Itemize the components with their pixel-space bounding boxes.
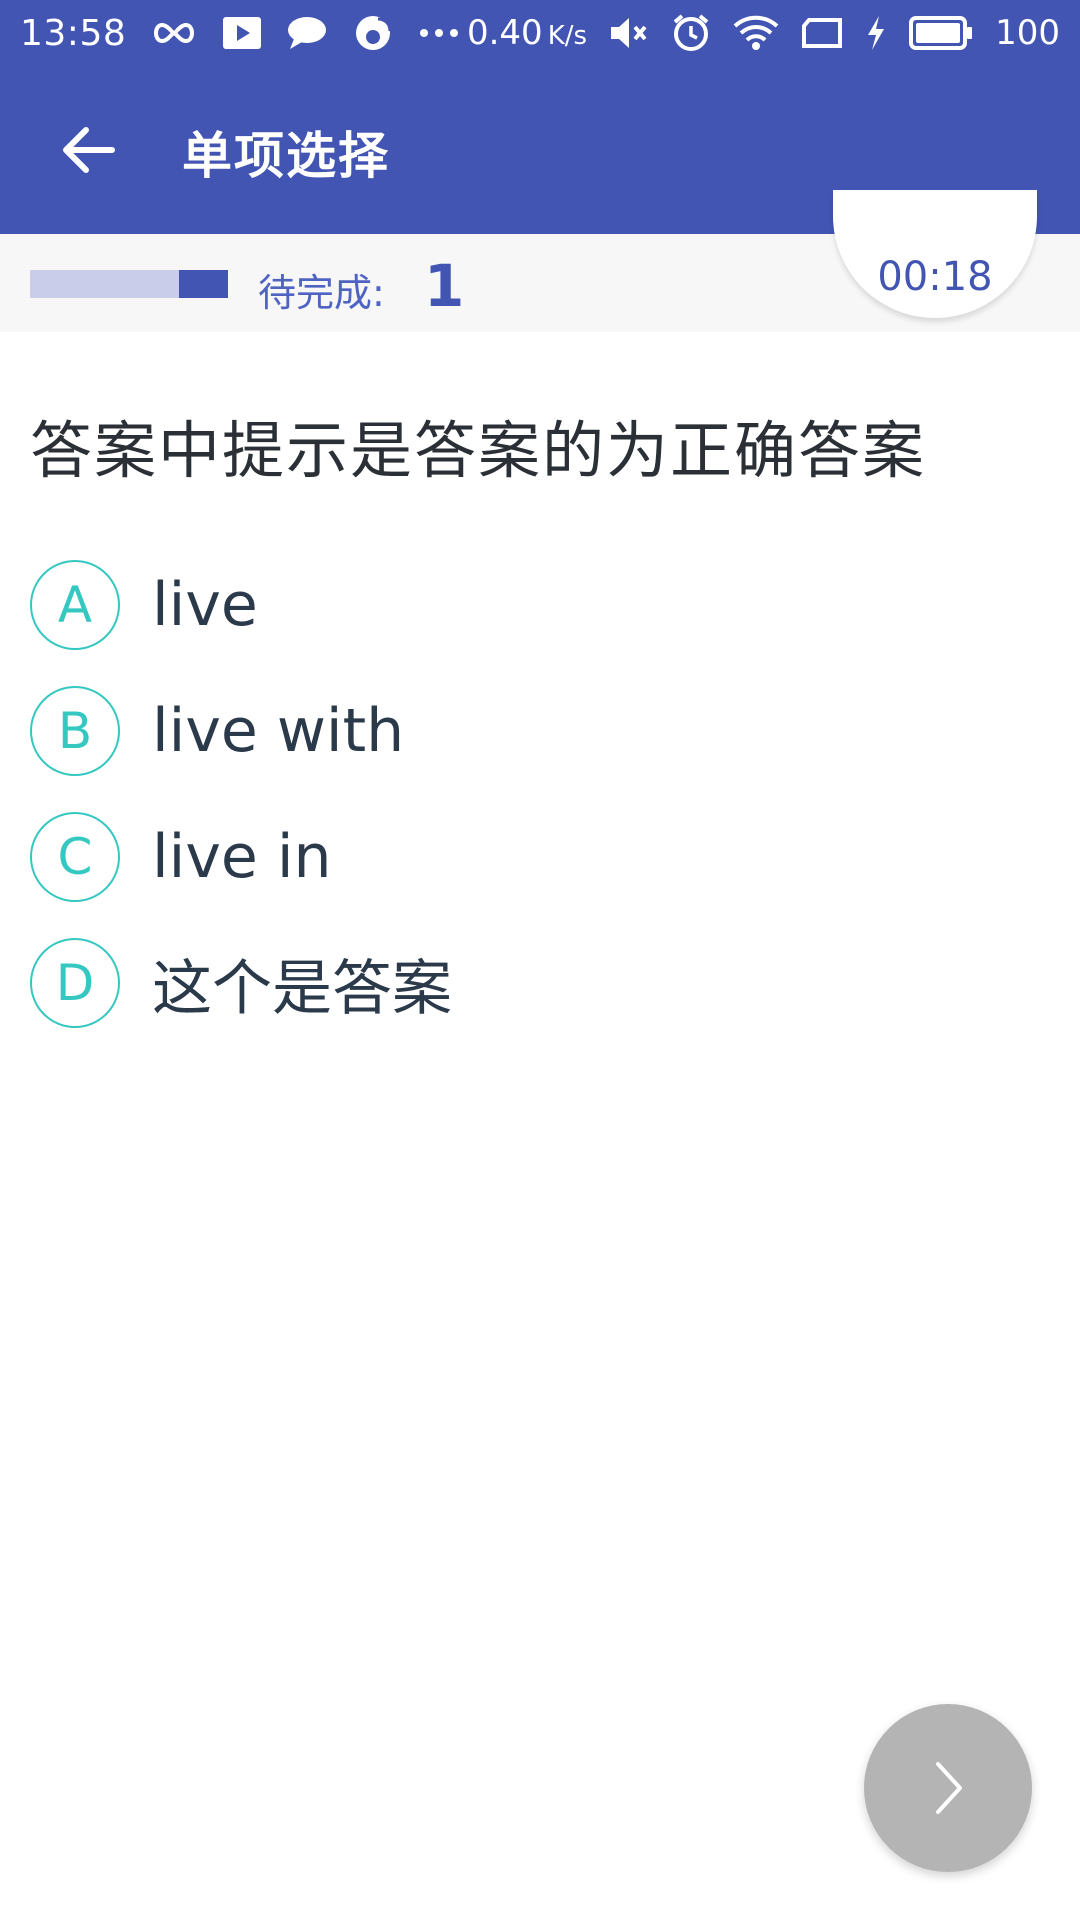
page-title: 单项选择 xyxy=(182,127,390,185)
screen-icon xyxy=(801,17,843,49)
option-d[interactable]: D 这个是答案 xyxy=(30,920,452,1046)
net-speed: 0.40 K/s xyxy=(467,13,587,53)
infinity-icon xyxy=(150,18,198,48)
option-text: 这个是答案 xyxy=(152,953,452,1024)
options-list: A live B live with C live in D 这个是答案 xyxy=(30,542,452,1046)
option-text: live in xyxy=(152,822,332,892)
option-text: live xyxy=(152,570,258,640)
wifi-icon xyxy=(733,14,779,52)
option-letter: D xyxy=(30,938,120,1028)
progress-bar-fill xyxy=(178,270,228,298)
next-button[interactable] xyxy=(864,1704,1032,1872)
chevron-right-icon xyxy=(936,1762,962,1814)
status-bar: 13:58 0.40 K/s 100 xyxy=(0,0,1080,66)
play-icon xyxy=(222,16,262,50)
option-a[interactable]: A live xyxy=(30,542,452,668)
arrow-left-icon xyxy=(63,127,115,173)
pending-count: 1 xyxy=(424,252,465,320)
battery-icon xyxy=(909,16,973,50)
net-speed-unit: K/s xyxy=(547,21,588,51)
charging-icon xyxy=(865,15,887,51)
battery-level: 100 xyxy=(995,13,1060,53)
mute-icon xyxy=(609,15,649,51)
option-b[interactable]: B live with xyxy=(30,668,452,794)
pending-label: 待完成: xyxy=(258,271,385,315)
question-text: 答案中提示是答案的为正确答案 xyxy=(30,414,927,487)
weibo-icon xyxy=(352,13,394,53)
chat-icon xyxy=(286,15,328,51)
status-right: 0.40 K/s 100 xyxy=(467,13,1060,53)
net-speed-value: 0.40 xyxy=(466,13,543,53)
option-letter: C xyxy=(30,812,120,902)
option-c[interactable]: C live in xyxy=(30,794,452,920)
progress-bar xyxy=(30,270,228,298)
back-button[interactable] xyxy=(40,102,136,198)
more-dots-icon xyxy=(418,27,460,39)
option-letter: B xyxy=(30,686,120,776)
status-time: 13:58 xyxy=(20,12,127,54)
option-text: live with xyxy=(152,696,405,766)
status-left: 13:58 xyxy=(20,13,460,54)
option-letter: A xyxy=(30,560,120,650)
alarm-icon xyxy=(671,13,711,53)
timer-text: 00:18 xyxy=(877,254,993,300)
